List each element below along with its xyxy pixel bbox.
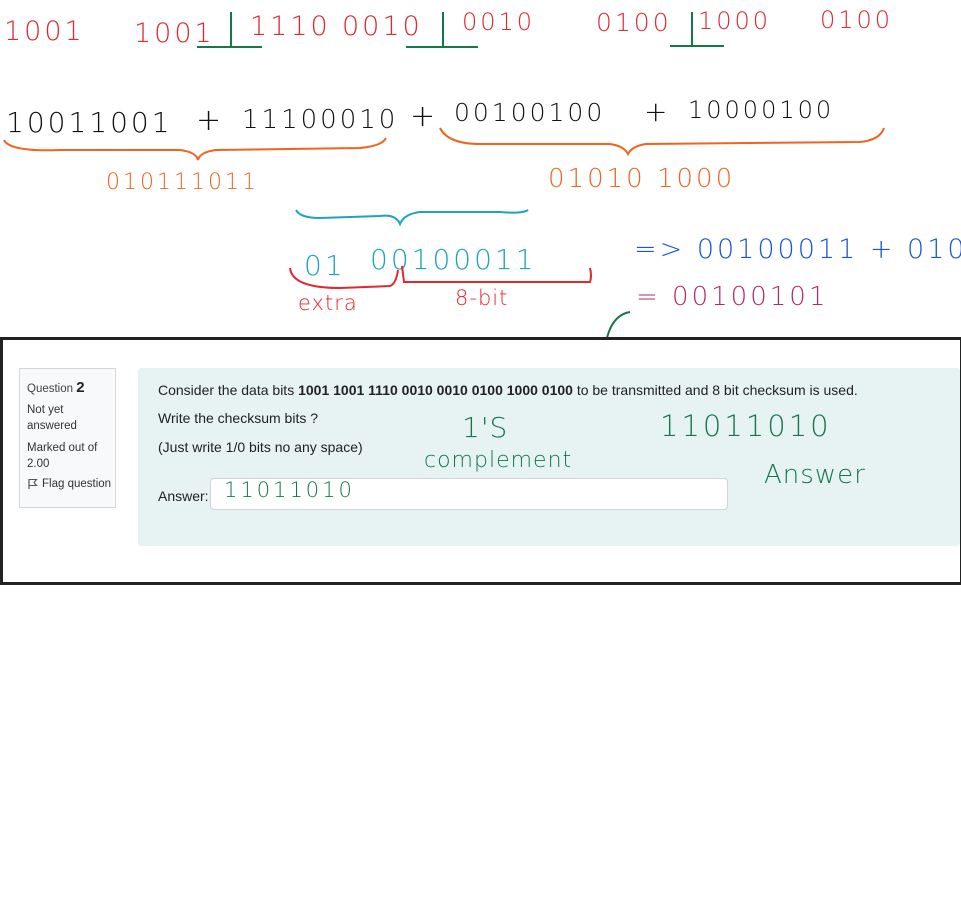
question-text-after: to be transmitted and 8 bit checksum is … xyxy=(572,382,858,398)
question-status: Not yet answered xyxy=(27,404,77,432)
answer-label: Answer: xyxy=(158,488,209,504)
question-text-before: Consider the data bits xyxy=(158,382,299,398)
anno-boxed-answer: 11011010 xyxy=(660,409,832,443)
question-data-bits: 1001 1001 1110 0010 0010 0100 1000 0100 xyxy=(298,382,573,398)
question-text: Consider the data bits 1001 1001 1110 00… xyxy=(158,382,858,398)
anno-answer-label: Answer xyxy=(764,460,866,490)
question-marks: Marked out of 2.00 xyxy=(27,442,98,470)
anno-input-answer: 11011010 xyxy=(224,478,355,502)
question-word: Question xyxy=(27,383,74,395)
flag-question-button[interactable]: Flag question xyxy=(27,478,115,490)
orange-braces xyxy=(3,127,885,161)
question-hint: (Just write 1/0 bits no any space) xyxy=(158,439,363,455)
question-instruction: Write the checksum bits ? xyxy=(158,410,319,426)
anno-complement-2: complement xyxy=(424,448,573,473)
flag-icon xyxy=(28,478,38,489)
question-info: Question 2 Not yet answered Marked out o… xyxy=(19,368,116,508)
flag-question-label: Flag question xyxy=(42,478,112,490)
anno-complement-1: 1'S xyxy=(462,411,509,444)
green-separators xyxy=(197,12,724,48)
red-braces xyxy=(289,265,592,290)
question-number: 2 xyxy=(76,379,85,396)
teal-brace xyxy=(295,209,529,227)
